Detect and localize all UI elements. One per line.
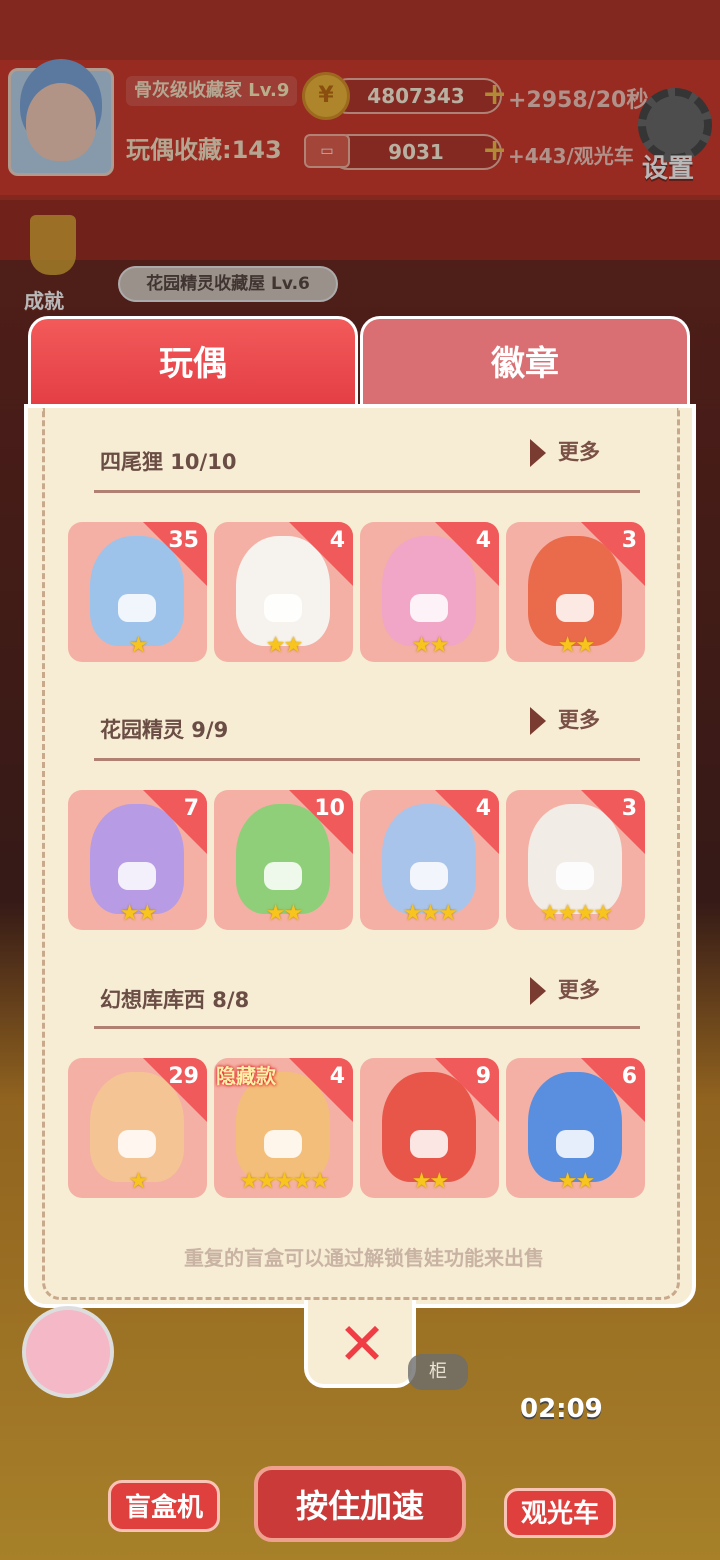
star-rating: ★ (128, 1169, 149, 1194)
bus-timer: 02:09 (520, 1394, 603, 1424)
star-rating: ★ (128, 633, 149, 658)
star-rating: ★★ (557, 1169, 595, 1194)
section-divider (94, 490, 640, 493)
hidden-edition-tag: 隐藏款 (216, 1064, 276, 1088)
doll-count: 9 (475, 1064, 491, 1089)
collection-dialog: 玩偶 徽章 四尾狸 10/10 更多 35 ★ 4 ★★ 4 ★★ 3 ★★ 花… (24, 316, 696, 1308)
section-divider (94, 758, 640, 761)
doll-card[interactable]: 4 ★★ (214, 522, 353, 662)
more-button[interactable]: 更多 (530, 974, 600, 1005)
doll-count: 3 (621, 796, 637, 821)
doll-card[interactable]: 3 ★★ (506, 522, 645, 662)
doll-card[interactable]: 7 ★★ (68, 790, 207, 930)
star-rating: ★★★★★ (239, 1169, 330, 1194)
arrow-right-icon (530, 439, 546, 467)
star-rating: ★★ (119, 901, 157, 926)
tab-badges[interactable]: 徽章 (360, 316, 690, 412)
more-button[interactable]: 更多 (530, 436, 600, 467)
doll-count: 29 (168, 1064, 199, 1089)
doll-card[interactable]: 9 ★★ (360, 1058, 499, 1198)
sightseeing-bus-button[interactable]: 观光车 (504, 1488, 616, 1538)
footer-note: 重复的盲盒可以通过解锁售娃功能来出售 (184, 1246, 544, 1270)
doll-count: 7 (183, 796, 199, 821)
dialog-body: 四尾狸 10/10 更多 35 ★ 4 ★★ 4 ★★ 3 ★★ 花园精灵 9/… (24, 404, 696, 1308)
doll-card[interactable]: 6 ★★ (506, 1058, 645, 1198)
section-title: 花园精灵 9/9 (100, 718, 229, 742)
doll-count: 4 (475, 528, 491, 553)
doll-card[interactable]: 3 ★★★★ (506, 790, 645, 930)
tab-dolls[interactable]: 玩偶 (28, 316, 358, 412)
star-rating: ★★★★ (540, 901, 613, 926)
hold-to-speed-up-button[interactable]: 按住加速 (254, 1466, 466, 1542)
doll-card[interactable]: 35 ★ (68, 522, 207, 662)
arrow-right-icon (530, 707, 546, 735)
star-rating: ★★★ (402, 901, 458, 926)
doll-count: 35 (168, 528, 199, 553)
star-rating: ★★ (265, 633, 303, 658)
close-icon[interactable]: ✕ (332, 1314, 392, 1374)
more-button[interactable]: 更多 (530, 704, 600, 735)
star-rating: ★★ (411, 1169, 449, 1194)
doll-card[interactable]: 29 ★ (68, 1058, 207, 1198)
more-label: 更多 (558, 978, 600, 1002)
star-rating: ★★ (557, 633, 595, 658)
blindbox-machine-button[interactable]: 盲盒机 (108, 1480, 220, 1532)
doll-card[interactable]: 4 ★★ (360, 522, 499, 662)
more-label: 更多 (558, 708, 600, 732)
doll-card[interactable]: 10 ★★ (214, 790, 353, 930)
doll-count: 3 (621, 528, 637, 553)
arrow-right-icon (530, 977, 546, 1005)
doll-count: 4 (329, 528, 345, 553)
doll-card[interactable]: 4 ★★★ (360, 790, 499, 930)
close-tab[interactable]: ✕ (304, 1300, 416, 1388)
section-title: 幻想库库西 8/8 (100, 988, 250, 1012)
section-divider (94, 1026, 640, 1029)
doll-count: 10 (314, 796, 345, 821)
cabinet-label: 柜 (408, 1354, 468, 1390)
more-label: 更多 (558, 440, 600, 464)
doll-count: 4 (475, 796, 491, 821)
character-avatar-button[interactable] (22, 1306, 114, 1398)
doll-count: 6 (621, 1064, 637, 1089)
star-rating: ★★ (411, 633, 449, 658)
section-title: 四尾狸 10/10 (100, 450, 237, 474)
star-rating: ★★ (265, 901, 303, 926)
doll-count: 4 (329, 1064, 345, 1089)
